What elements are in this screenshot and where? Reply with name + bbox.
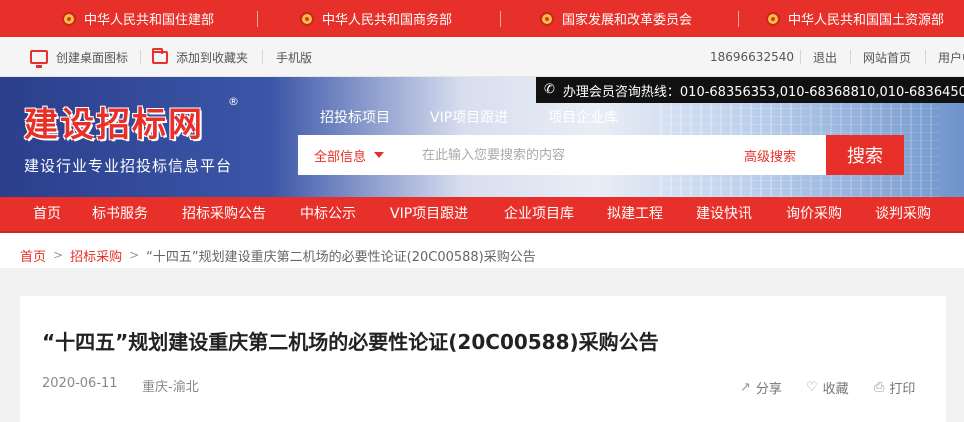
favorite-label: 收藏 bbox=[822, 382, 849, 397]
national-emblem-icon bbox=[540, 11, 554, 26]
logout-link[interactable]: 退出 bbox=[813, 37, 837, 77]
site-slogan: 建设行业专业招投标信息平台 bbox=[24, 157, 233, 175]
site-home-link[interactable]: 网站首页 bbox=[863, 37, 911, 77]
search-category-select[interactable]: 全部信息 bbox=[298, 146, 406, 165]
nav-home[interactable]: 首页 bbox=[33, 197, 61, 231]
util-divider bbox=[262, 50, 263, 64]
gov-link-label: 中华人民共和国国土资源部 bbox=[788, 13, 945, 28]
phone-icon: ✆ bbox=[544, 82, 555, 97]
user-phone: 18696632540 bbox=[710, 37, 794, 77]
tab-bidding-projects[interactable]: 招投标项目 bbox=[320, 107, 390, 127]
tab-enterprise-db[interactable]: 项目企业库 bbox=[548, 107, 618, 127]
caret-down-icon bbox=[374, 152, 385, 158]
nav-vip-follow[interactable]: VIP项目跟进 bbox=[390, 197, 468, 231]
gov-link-mofcom[interactable]: 中华人民共和国商务部 bbox=[300, 0, 452, 37]
user-center-label: 用户中心 bbox=[938, 50, 964, 65]
chevron-right-icon: > bbox=[129, 248, 140, 262]
nav-negotiation-procurement[interactable]: 谈判采购 bbox=[875, 197, 931, 231]
share-label: 分享 bbox=[755, 382, 782, 397]
gov-link-label: 中华人民共和国商务部 bbox=[322, 13, 453, 28]
util-divider bbox=[850, 50, 851, 64]
gov-links-bar: 中华人民共和国住建部 中华人民共和国商务部 国家发展和改革委员会 中华人民共和国… bbox=[0, 0, 964, 37]
print-label: 打印 bbox=[889, 382, 916, 397]
search-button[interactable]: 搜索 bbox=[826, 135, 904, 175]
add-favorite-label: 添加到收藏夹 bbox=[176, 50, 249, 65]
share-icon: ↗ bbox=[740, 380, 751, 395]
article-title: “十四五”规划建设重庆第二机场的必要性论证(20C00588)采购公告 bbox=[42, 330, 659, 354]
mobile-label: 手机版 bbox=[276, 50, 313, 65]
create-shortcut-link[interactable]: 创建桌面图标 bbox=[30, 37, 128, 77]
tab-vip-follow[interactable]: VIP项目跟进 bbox=[430, 107, 508, 127]
logout-label: 退出 bbox=[813, 50, 838, 65]
article-region: 重庆-渝北 bbox=[142, 380, 199, 395]
article-card: “十四五”规划建设重庆第二机场的必要性论证(20C00588)采购公告 2020… bbox=[20, 296, 946, 422]
utility-bar: 创建桌面图标 添加到收藏夹 手机版 18696632540 退出 网站首页 用户… bbox=[0, 37, 964, 77]
breadcrumb: 首页 > 招标采购 > “十四五”规划建设重庆第二机场的必要性论证(20C005… bbox=[20, 243, 536, 267]
national-emblem-icon bbox=[62, 11, 76, 26]
gov-link-label: 国家发展和改革委员会 bbox=[562, 13, 693, 28]
nav-inquiry-procurement[interactable]: 询价采购 bbox=[786, 197, 842, 231]
user-phone-text: 18696632540 bbox=[710, 50, 794, 64]
nav-tender-service[interactable]: 标书服务 bbox=[92, 197, 148, 231]
site-home-label: 网站首页 bbox=[863, 50, 912, 65]
share-button[interactable]: ↗ 分享 bbox=[740, 378, 782, 397]
printer-icon: ⎙ bbox=[874, 380, 885, 395]
search-category-label: 全部信息 bbox=[314, 149, 367, 165]
national-emblem-icon bbox=[766, 11, 780, 26]
national-emblem-icon bbox=[300, 11, 314, 26]
mobile-link[interactable]: 手机版 bbox=[276, 37, 312, 77]
header-tabs: 招投标项目 VIP项目跟进 项目企业库 bbox=[320, 107, 658, 127]
monitor-icon bbox=[30, 50, 48, 68]
gov-divider bbox=[738, 11, 739, 27]
user-center-link[interactable]: 用户中心 bbox=[938, 37, 964, 77]
heart-icon: ♡ bbox=[806, 380, 818, 395]
favorite-button[interactable]: ♡ 收藏 bbox=[806, 378, 849, 397]
nav-construction-news[interactable]: 建设快讯 bbox=[696, 197, 752, 231]
search-box: 全部信息 高级搜索 bbox=[298, 135, 826, 175]
breadcrumb-section[interactable]: 招标采购 bbox=[70, 246, 122, 265]
nav-planned-projects[interactable]: 拟建工程 bbox=[607, 197, 663, 231]
nav-enterprise-db[interactable]: 企业项目库 bbox=[504, 197, 574, 231]
nav-award-notice[interactable]: 中标公示 bbox=[300, 197, 356, 231]
gov-link-mohurd[interactable]: 中华人民共和国住建部 bbox=[62, 0, 214, 37]
util-divider bbox=[800, 50, 801, 64]
article-date: 2020-06-11 bbox=[42, 376, 118, 391]
print-button[interactable]: ⎙ 打印 bbox=[874, 378, 915, 397]
main-nav: 首页 标书服务 招标采购公告 中标公示 VIP项目跟进 企业项目库 拟建工程 建… bbox=[0, 197, 964, 233]
create-shortcut-label: 创建桌面图标 bbox=[56, 50, 129, 65]
search-input[interactable] bbox=[406, 147, 726, 163]
gov-link-ndrc[interactable]: 国家发展和改革委员会 bbox=[540, 0, 692, 37]
util-divider bbox=[925, 50, 926, 64]
hotline-text: 办理会员咨询热线：010-68356353,010-68368810,010-6… bbox=[562, 84, 964, 100]
breadcrumb-home[interactable]: 首页 bbox=[20, 246, 46, 265]
util-divider bbox=[140, 50, 141, 64]
gov-divider bbox=[500, 11, 501, 27]
advanced-search-link[interactable]: 高级搜索 bbox=[744, 146, 796, 165]
folder-icon bbox=[152, 47, 168, 64]
registered-mark: ® bbox=[228, 95, 239, 108]
add-favorite-link[interactable]: 添加到收藏夹 bbox=[152, 37, 248, 77]
breadcrumb-current: “十四五”规划建设重庆第二机场的必要性论证(20C00588)采购公告 bbox=[146, 249, 536, 265]
site-header: 建设招标网 ® 建设行业专业招投标信息平台 ✆ 办理会员咨询热线：010-683… bbox=[0, 77, 964, 197]
site-logo[interactable]: 建设招标网 bbox=[24, 97, 204, 146]
gov-link-mlr[interactable]: 中华人民共和国国土资源部 bbox=[766, 0, 944, 37]
gov-divider bbox=[257, 11, 258, 27]
hotline-banner: ✆ 办理会员咨询热线：010-68356353,010-68368810,010… bbox=[536, 77, 964, 103]
nav-procurement-notice[interactable]: 招标采购公告 bbox=[182, 197, 266, 231]
chevron-right-icon: > bbox=[53, 248, 64, 262]
gov-link-label: 中华人民共和国住建部 bbox=[84, 13, 215, 28]
